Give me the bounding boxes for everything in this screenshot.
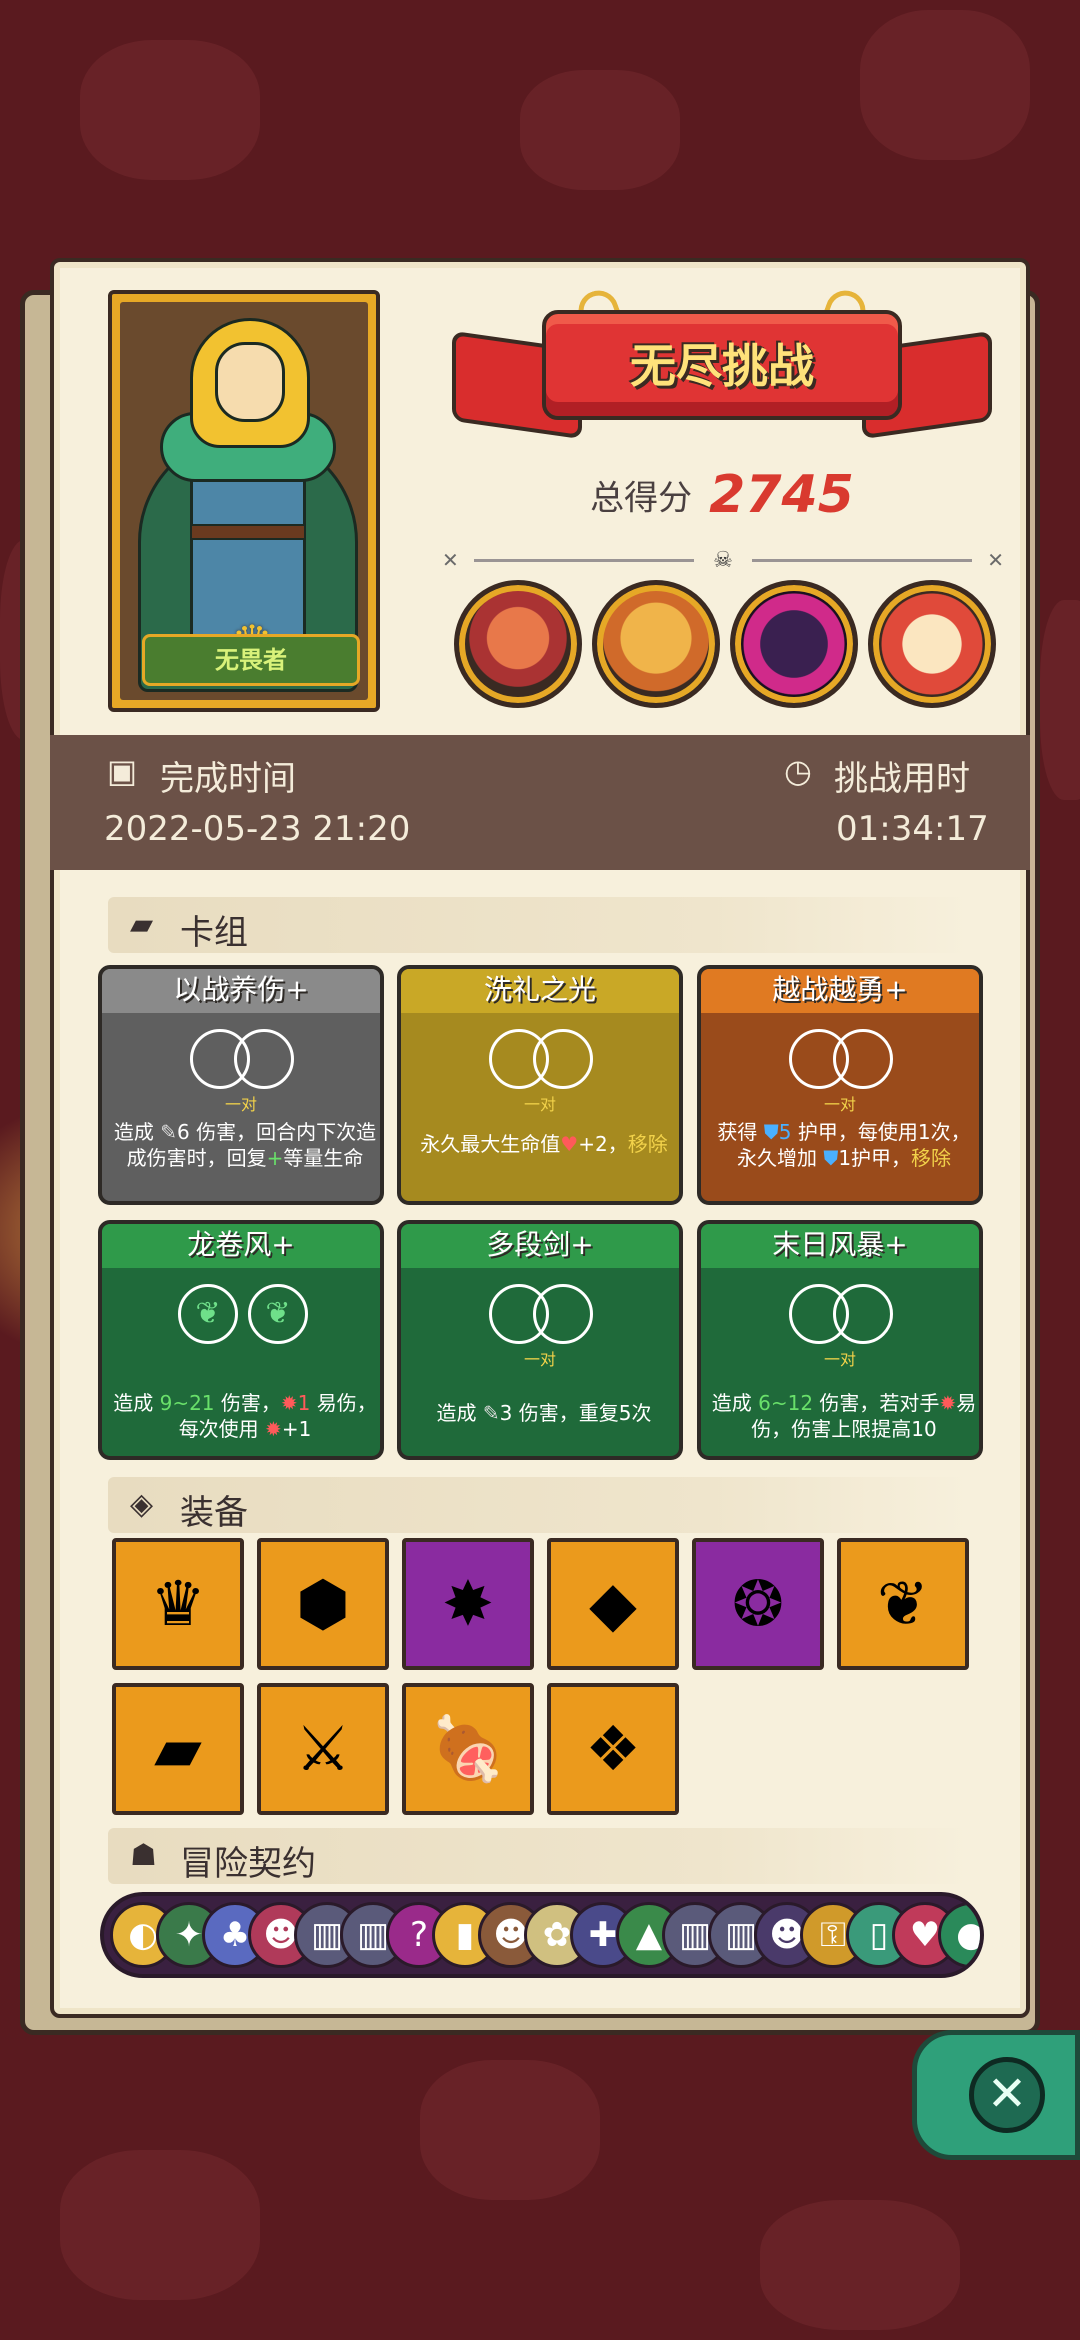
boss-divider: ✕ ☠ ✕: [440, 548, 1006, 573]
score-value: 2745: [709, 465, 854, 525]
contract-title: 冒险契约: [180, 1844, 316, 1884]
card-description: 造成 9~21 伤害，✹1 易伤，每次使用 ✹+1: [113, 1391, 377, 1441]
card-subtitle: 一对: [224, 1095, 257, 1114]
boss-cyclops-icon[interactable]: [454, 580, 582, 708]
skull-icon: ☠: [713, 548, 733, 573]
card-subtitle: 一对: [823, 1095, 856, 1114]
total-score: 总得分 2745: [452, 465, 992, 525]
equipment-title: 装备: [180, 1493, 248, 1533]
card-name: 龙卷风+: [102, 1224, 380, 1268]
cards-icon: ▰: [130, 907, 154, 942]
green-stone-icon[interactable]: ⬢: [257, 1538, 389, 1670]
equipment-section-header: ◈ 装备: [108, 1477, 970, 1533]
close-button[interactable]: ✕: [912, 2030, 1080, 2160]
moss-rock-icon[interactable]: ▰: [112, 1683, 244, 1815]
sword-icon: ✕: [442, 548, 459, 572]
mode-banner: 无尽挑战: [452, 284, 992, 460]
shield-icon: ⛊: [823, 1146, 839, 1170]
finish-time-value: 2022-05-23 21:20: [104, 809, 411, 849]
spiked-bracelet-icon[interactable]: ❂: [692, 1538, 824, 1670]
card-description: 造成 6~12 伤害，若对手✹易伤，伤害上限提高10: [711, 1391, 977, 1441]
green-plant-icon[interactable]: ❦: [837, 1538, 969, 1670]
blue-dagger-icon[interactable]: ⚔: [257, 1683, 389, 1815]
contract-section-header: ☗ 冒险契约: [108, 1828, 970, 1884]
sword-icon: ✕: [987, 548, 1004, 572]
time-panel: ▣ 完成时间 2022-05-23 21:20 ◷ 挑战用时 01:34:17: [50, 735, 1030, 870]
crown-icon[interactable]: ♛: [112, 1538, 244, 1670]
score-label: 总得分: [590, 478, 693, 519]
close-icon: ✕: [969, 2057, 1045, 2133]
calendar-icon: ▣: [106, 752, 138, 790]
deck-title: 卡组: [180, 913, 248, 953]
boss-monkey-king-icon[interactable]: [592, 580, 720, 708]
jeweled-mask-icon[interactable]: ❖: [547, 1683, 679, 1815]
meat-icon[interactable]: 🍖: [402, 1683, 534, 1815]
shield-icon: ⛊: [763, 1120, 779, 1144]
card-name: 末日风暴+: [701, 1224, 979, 1268]
person-icon: ☗: [130, 1838, 157, 1873]
card-description: 永久最大生命值♥+2，移除: [420, 1132, 668, 1156]
banner-title: 无尽挑战: [630, 339, 814, 393]
card-name: 洗礼之光: [401, 969, 679, 1013]
boss-dark-beast-icon[interactable]: [730, 580, 858, 708]
deck-card[interactable]: 洗礼之光 一对 永久最大生命值♥+2，移除: [397, 965, 683, 1205]
hero-portrait-card: ♛ 无畏者: [108, 290, 380, 712]
stopwatch-icon: ◷: [784, 752, 812, 790]
finish-time-label: 完成时间: [160, 759, 296, 799]
deck-card[interactable]: 龙卷风+ ❦ ❦ 造成 9~21 伤害，✹1 易伤，每次使用 ✹+1: [98, 1220, 384, 1460]
card-description: 造成 ✎3 伤害，重复5次: [436, 1401, 652, 1425]
card-description: 获得 ⛊5 护甲，每使用1次，永久增加 ⛊1护甲，移除: [717, 1120, 971, 1170]
deck-card[interactable]: 越战越勇+ 一对 获得 ⛊5 护甲，每使用1次，永久增加 ⛊1护甲，移除: [697, 965, 983, 1205]
card-subtitle: 一对: [523, 1095, 556, 1114]
card-name: 越战越勇+: [701, 969, 979, 1013]
deck-card[interactable]: 末日风暴+ 一对 造成 6~12 伤害，若对手✹易伤，伤害上限提高10: [697, 1220, 983, 1460]
leaf-icon: ❦: [178, 1284, 238, 1344]
deck-card[interactable]: 以战养伤+ 一对 造成 ✎6 伤害，回合内下次造成伤害时，回复+等量生命: [98, 965, 384, 1205]
contract-icons-row: ◐ ✦ ♣ ☻ ▥ ▥? ▮ ☻ ✿ ✚ ▲ ▥ ▥ ☻ ⚿ ▯ ♥ ●: [100, 1892, 984, 1978]
boss-lion-mask-icon[interactable]: [868, 580, 996, 708]
deck-section-header: ▰ 卡组: [108, 897, 970, 953]
card-description: 造成 ✎6 伤害，回合内下次造成伤害时，回复+等量生命: [113, 1120, 377, 1170]
hero-title: 无畏者: [142, 634, 360, 686]
deck-card[interactable]: 多段剑+ 一对 造成 ✎3 伤害，重复5次: [397, 1220, 683, 1460]
duration-value: 01:34:17: [836, 809, 989, 849]
card-name: 多段剑+: [401, 1224, 679, 1268]
cube-icon: ◈: [130, 1487, 154, 1522]
defeated-bosses: [452, 580, 996, 710]
card-subtitle: 一对: [823, 1350, 856, 1369]
ghost-scribble-icon[interactable]: ✸: [402, 1538, 534, 1670]
blue-crystal-icon[interactable]: ◆: [547, 1538, 679, 1670]
card-name: 以战养伤+: [102, 969, 380, 1013]
duration-label: 挑战用时: [834, 759, 970, 799]
card-subtitle: 一对: [523, 1350, 556, 1369]
leaf-icon: ❦: [248, 1284, 308, 1344]
